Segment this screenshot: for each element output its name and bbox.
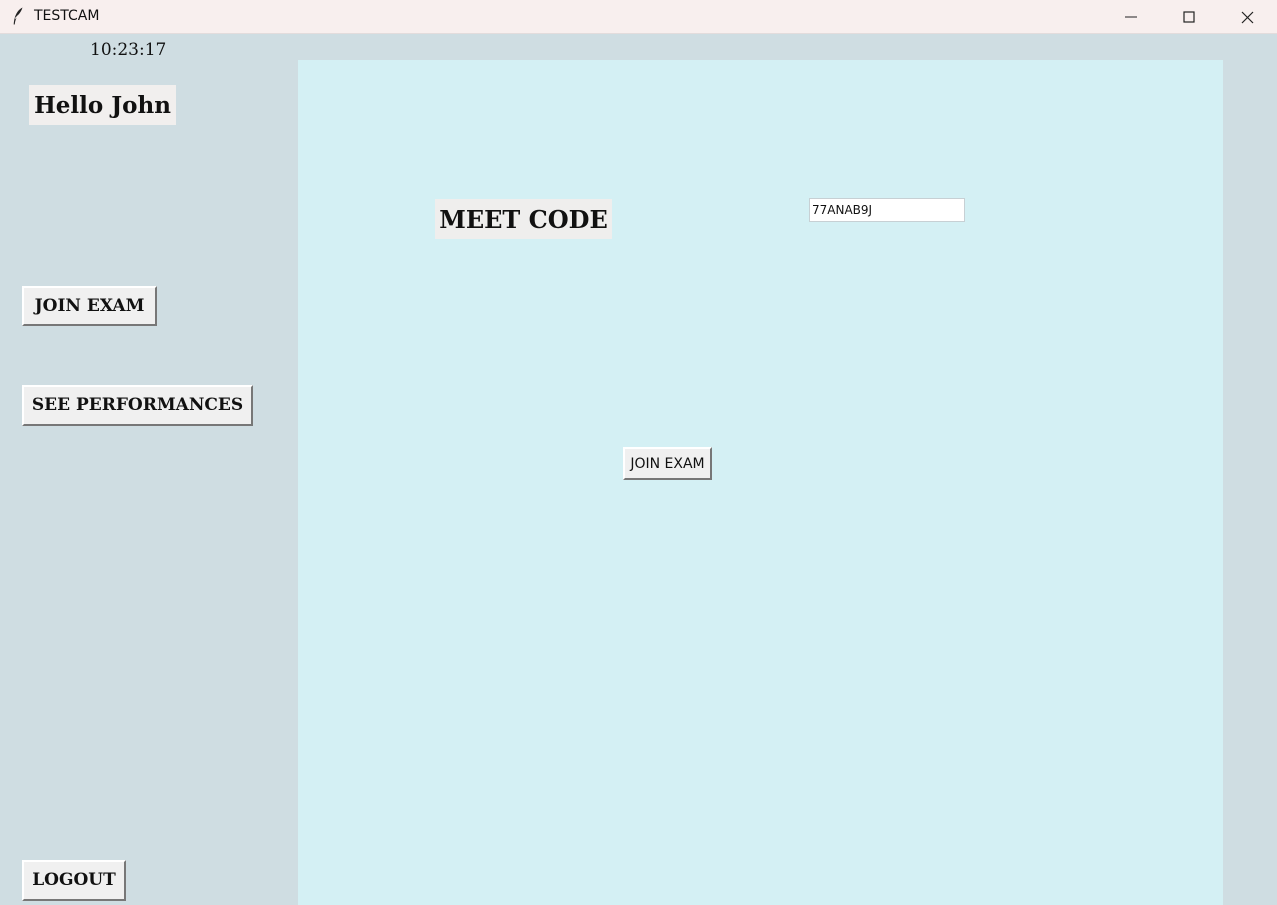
app-window: TESTCAM 10:23:17 Hello John JOIN EXAM SE…	[0, 0, 1277, 905]
greeting-label: Hello John	[29, 85, 176, 125]
maximize-button[interactable]	[1166, 0, 1212, 34]
close-icon	[1241, 11, 1253, 23]
join-exam-button[interactable]: JOIN EXAM	[623, 447, 712, 480]
title-bar: TESTCAM	[0, 0, 1277, 34]
close-button[interactable]	[1224, 0, 1270, 34]
see-performances-button[interactable]: SEE PERFORMANCES	[22, 385, 253, 426]
meet-code-input[interactable]	[809, 198, 965, 222]
meet-code-label: MEET CODE	[435, 199, 612, 239]
logout-button[interactable]: LOGOUT	[22, 860, 126, 901]
window-title: TESTCAM	[34, 8, 100, 24]
maximize-icon	[1183, 11, 1195, 23]
feather-icon	[11, 6, 25, 26]
minimize-button[interactable]	[1108, 0, 1154, 34]
main-panel: MEET CODE JOIN EXAM	[298, 60, 1223, 905]
sidebar-join-exam-button[interactable]: JOIN EXAM	[22, 286, 157, 326]
minimize-icon	[1125, 16, 1137, 18]
clock-display: 10:23:17	[90, 40, 167, 60]
